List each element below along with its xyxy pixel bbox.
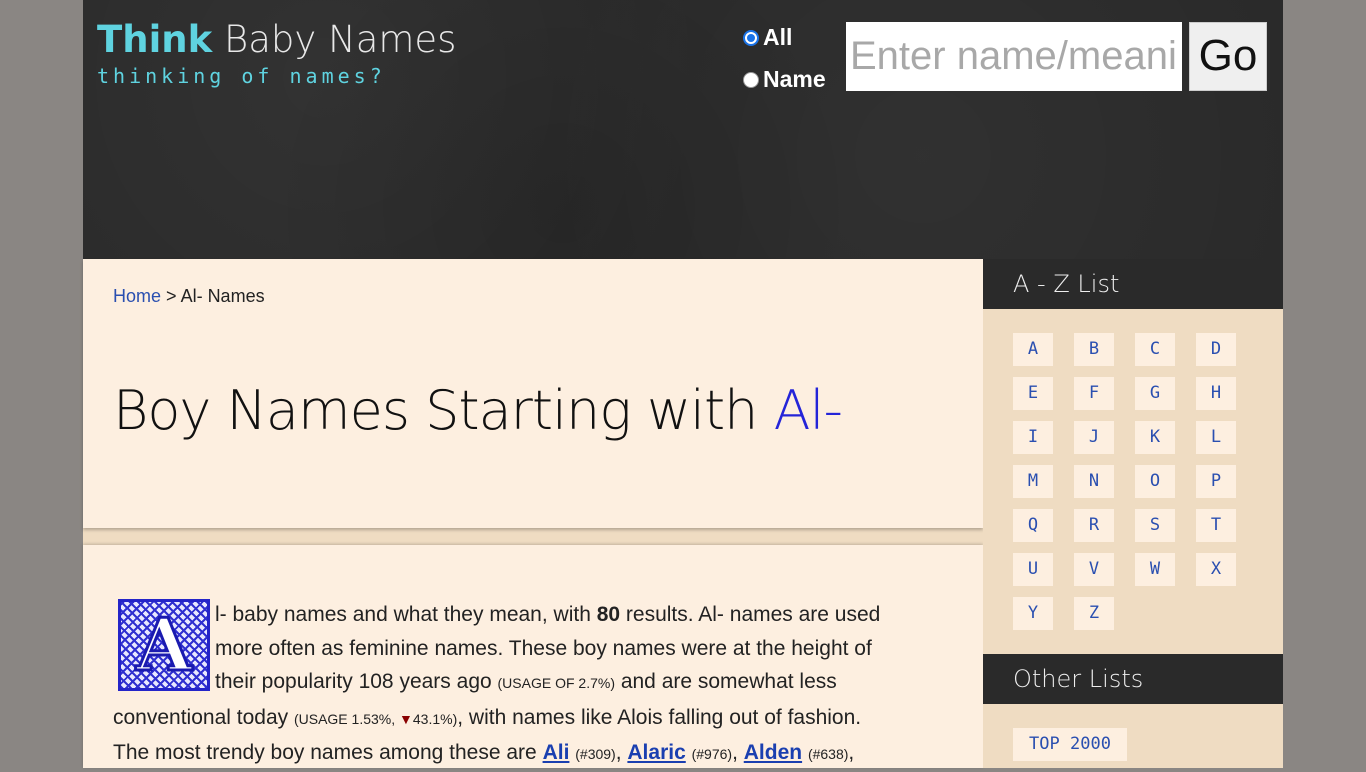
intro-text: their popularity 108 years ago bbox=[215, 670, 498, 694]
intro-text: The most trendy boy names among these ar… bbox=[113, 741, 543, 765]
az-letter-z[interactable]: Z bbox=[1074, 597, 1114, 630]
az-letter-v[interactable]: V bbox=[1074, 553, 1114, 586]
az-letter-a[interactable]: A bbox=[1013, 333, 1053, 366]
site-header: Think Baby Names thinking of names? All … bbox=[83, 0, 1283, 259]
radio-name-dot[interactable] bbox=[743, 71, 759, 88]
intro-line-3: their popularity 108 years ago (USAGE OF… bbox=[113, 665, 953, 701]
az-letter-s[interactable]: S bbox=[1135, 509, 1175, 542]
intro-text: l- baby names and what they mean, with bbox=[215, 603, 597, 626]
az-letter-c[interactable]: C bbox=[1135, 333, 1175, 366]
breadcrumb-home-link[interactable]: Home bbox=[113, 286, 161, 306]
name-rank: (#309) bbox=[575, 746, 616, 763]
search-input[interactable] bbox=[846, 22, 1182, 91]
az-letter-e[interactable]: E bbox=[1013, 377, 1053, 410]
logo-text: Think Baby Names bbox=[97, 18, 456, 62]
az-letter-m[interactable]: M bbox=[1013, 465, 1053, 498]
az-letter-h[interactable]: H bbox=[1196, 377, 1236, 410]
az-letter-y[interactable]: Y bbox=[1013, 597, 1053, 630]
logo-rest: Baby Names bbox=[212, 18, 457, 61]
breadcrumb: Home > Al- Names bbox=[113, 286, 265, 307]
other-list-top-2000[interactable]: TOP 2000 bbox=[1013, 728, 1127, 761]
name-rank: (#976) bbox=[691, 746, 733, 763]
intro-paragraph: l- baby names and what they mean, with 8… bbox=[113, 598, 953, 772]
title-card: Home > Al- Names Boy Names Starting with… bbox=[83, 259, 983, 528]
az-letter-n[interactable]: N bbox=[1074, 465, 1114, 498]
intro-text: and are somewhat less bbox=[614, 670, 837, 694]
usage-past: (USAGE OF 2.7%) bbox=[497, 675, 615, 692]
page: Think Baby Names thinking of names? All … bbox=[83, 0, 1283, 768]
down-arrow-icon: ▼ bbox=[399, 710, 413, 727]
az-letter-p[interactable]: P bbox=[1196, 465, 1236, 498]
az-letter-t[interactable]: T bbox=[1196, 509, 1236, 542]
name-rank: (#638) bbox=[807, 746, 849, 763]
name-link-alden[interactable]: Alden bbox=[744, 741, 802, 764]
az-letter-g[interactable]: G bbox=[1135, 377, 1175, 410]
az-list-heading: A - Z List bbox=[983, 259, 1283, 309]
logo-tagline: thinking of names? bbox=[97, 64, 386, 88]
page-title-accent: Al- bbox=[773, 379, 843, 442]
radio-all-dot[interactable] bbox=[743, 29, 759, 46]
radio-name-label: Name bbox=[763, 66, 826, 92]
az-letter-j[interactable]: J bbox=[1074, 421, 1114, 454]
intro-text: , with names like Alois falling out of f… bbox=[457, 705, 862, 729]
az-letter-u[interactable]: U bbox=[1013, 553, 1053, 586]
intro-line-4: conventional today (USAGE 1.53%, ▼43.1%)… bbox=[113, 701, 953, 737]
az-letter-q[interactable]: Q bbox=[1013, 509, 1053, 542]
name-link-ali[interactable]: Ali bbox=[543, 741, 570, 764]
az-letter-r[interactable]: R bbox=[1074, 509, 1114, 542]
result-count: 80 bbox=[596, 603, 621, 626]
intro-line-1: l- baby names and what they mean, with 8… bbox=[113, 598, 953, 632]
go-button[interactable]: Go bbox=[1189, 22, 1267, 91]
name-link-alaric[interactable]: Alaric bbox=[627, 741, 685, 764]
usage-change: 43.1%) bbox=[412, 710, 458, 727]
logo-think: Think bbox=[97, 18, 213, 61]
intro-text: conventional today bbox=[113, 705, 294, 729]
breadcrumb-separator: > bbox=[166, 286, 177, 306]
usage-now: (USAGE 1.53%, bbox=[293, 710, 400, 727]
az-letter-w[interactable]: W bbox=[1135, 553, 1175, 586]
description-card: A l- baby names and what they mean, with… bbox=[83, 545, 983, 768]
page-title-prefix: Boy Names Starting with bbox=[113, 379, 774, 442]
az-letter-i[interactable]: I bbox=[1013, 421, 1053, 454]
az-letter-d[interactable]: D bbox=[1196, 333, 1236, 366]
intro-text: results. Al- names are used bbox=[620, 603, 881, 626]
page-title: Boy Names Starting with Al- bbox=[113, 379, 843, 442]
other-lists-heading: Other Lists bbox=[983, 654, 1283, 704]
site-logo[interactable]: Think Baby Names thinking of names? bbox=[97, 18, 456, 88]
az-letter-l[interactable]: L bbox=[1196, 421, 1236, 454]
radio-all-label: All bbox=[763, 24, 793, 50]
intro-line-5: The most trendy boy names among these ar… bbox=[113, 741, 855, 765]
az-letter-o[interactable]: O bbox=[1135, 465, 1175, 498]
intro-line-2: more often as feminine names. These boy … bbox=[215, 636, 872, 660]
radio-name[interactable]: Name bbox=[743, 66, 826, 93]
sidebar: A - Z List ABCD EFGH IJKL MNOP QRST UVWX YZ Ot… bbox=[983, 259, 1283, 768]
az-letter-b[interactable]: B bbox=[1074, 333, 1114, 366]
breadcrumb-current: Al- Names bbox=[180, 286, 265, 306]
az-letter-f[interactable]: F bbox=[1074, 377, 1114, 410]
az-letter-x[interactable]: X bbox=[1196, 553, 1236, 586]
az-letter-k[interactable]: K bbox=[1135, 421, 1175, 454]
radio-all[interactable]: All bbox=[743, 24, 792, 51]
